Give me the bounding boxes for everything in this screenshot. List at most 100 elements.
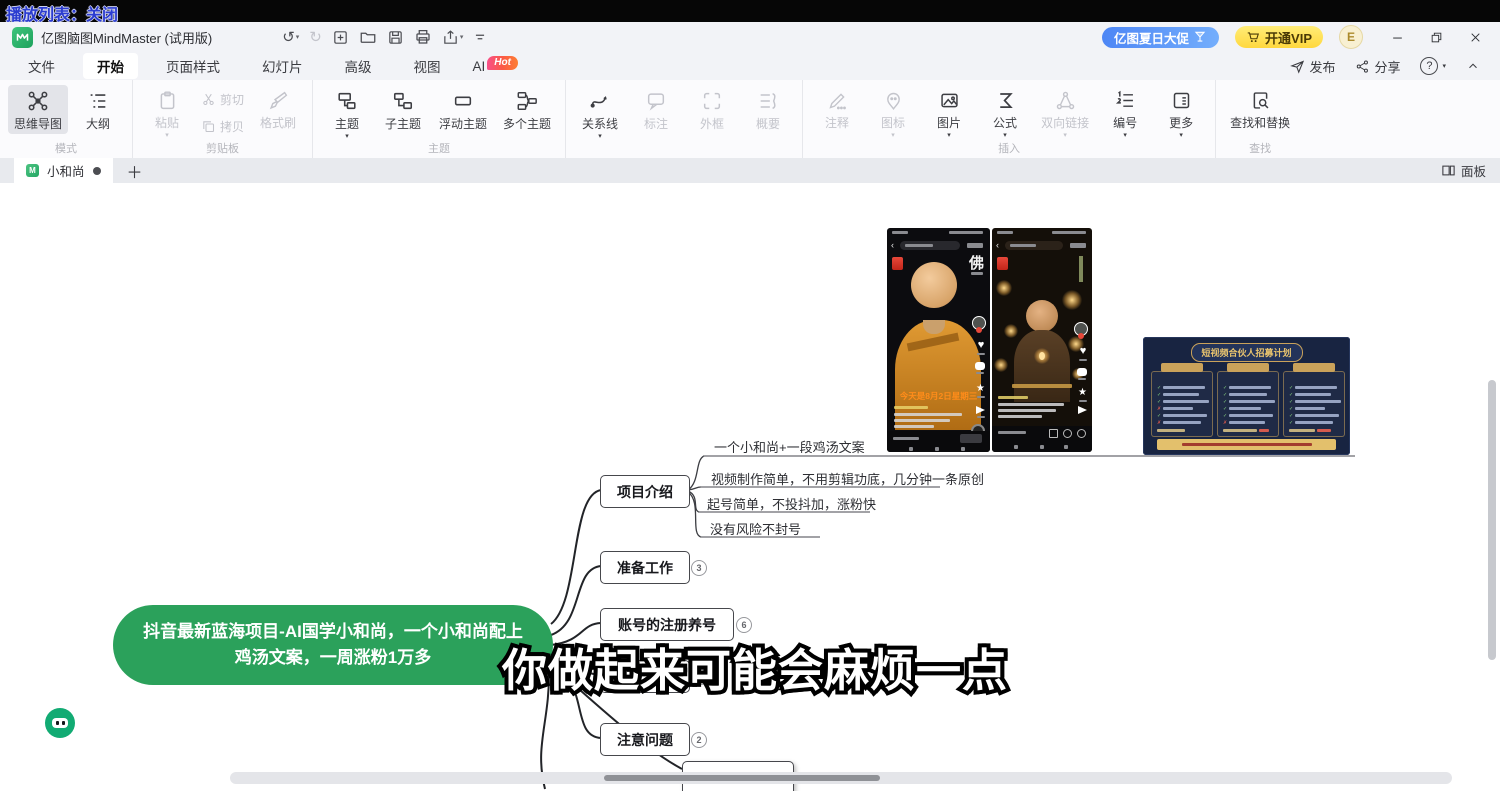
child-topic[interactable]: 视频制作简单，不用剪辑功底，几分钟一条原创 [711,469,984,488]
format-painter-button[interactable]: 格式刷 [252,85,304,133]
add-document-button[interactable]: ＋ [127,159,143,183]
save-button[interactable] [387,29,404,46]
quick-access-toolbar: ↺▾ ↻ ▾ [282,28,487,46]
child-topic[interactable]: 起号简单，不投抖加，涨粉快 [707,494,876,513]
publish-button[interactable]: 发布 [1290,57,1335,76]
restore-button[interactable] [1430,31,1443,44]
menu-file[interactable]: 文件 [14,53,69,79]
document-tab-bar: M 小和尚 ＋ 面板 [0,158,1500,183]
child-topic[interactable]: 没有风险不封号 [710,519,801,538]
boundary-icon [701,90,723,112]
close-button[interactable] [1469,31,1482,44]
numbering-button[interactable]: 编号 ▾ [1099,85,1151,140]
cut-button[interactable]: 剪切 [197,89,248,110]
format-painter-label: 格式刷 [260,114,296,131]
comment-button[interactable]: 注释 [811,85,863,133]
minimize-button[interactable] [1391,31,1404,44]
boundary-label: 外框 [700,115,724,132]
mindmap-mode-button[interactable]: 思维导图 [8,85,68,134]
comment-label: 注释 [825,114,849,131]
document-tab-label: 小和尚 [47,161,85,180]
panel-toggle-button[interactable]: 面板 [1441,161,1486,180]
menu-view[interactable]: 视图 [400,53,455,79]
collapse-badge[interactable]: 2 [691,732,707,748]
new-document-button[interactable] [332,29,349,46]
branch-node-preparation[interactable]: 准备工作 [600,551,690,584]
menu-advanced[interactable]: 高级 [331,53,386,79]
callout-label: 标注 [644,115,668,132]
more-insert-button[interactable]: 更多 ▾ [1155,85,1207,140]
menu-ai[interactable]: AIHot [459,56,532,77]
format-painter-icon [268,90,289,111]
outline-mode-button[interactable]: 大纲 [72,85,124,134]
panel-label: 面板 [1461,161,1486,180]
find-replace-button[interactable]: 查找和替换 [1224,85,1296,133]
app-logo-icon [12,27,33,48]
formula-label: 公式 [993,114,1017,131]
branch-node-project-intro[interactable]: 项目介绍 [600,475,690,508]
search-bar [900,241,960,250]
partner-plan-image: 短视频合伙人招募计划 ✓ ✓ ✓ ✗ ✓ ✗ ✓ ✓ ✓ ✓ ✓ ✗ ✓ ✓ ✓… [1143,337,1350,455]
outline-mode-label: 大纲 [86,115,110,132]
vertical-scrollbar-thumb[interactable] [1488,380,1496,660]
calligraphy-text: 佛 [969,252,984,273]
floating-topic-button[interactable]: 浮动主题 [433,85,493,134]
child-topic[interactable]: 一个小和尚+一段鸡汤文案 [714,437,865,456]
icon-insert-button[interactable]: 图标 ▾ [867,85,919,140]
callout-button[interactable]: 标注 [630,85,682,134]
subtopic-button[interactable]: 子主题 [377,85,429,134]
icon-insert-label: 图标 [881,114,905,131]
multi-topic-icon [516,90,538,112]
vertical-calligraphy [1079,256,1083,282]
relation-line-button[interactable]: 关系线 ▾ [574,85,626,141]
copy-label: 拷贝 [220,118,244,135]
menu-bar: 文件 开始 页面样式 幻灯片 高级 视图 AIHot 发布 分享 ?▾ [0,52,1500,80]
multi-topic-button[interactable]: 多个主题 [497,85,557,134]
collapse-badge[interactable]: 3 [691,560,707,576]
horizontal-scrollbar-thumb[interactable] [604,775,880,781]
document-tab[interactable]: M 小和尚 [14,158,113,183]
copy-button[interactable]: 拷贝 [197,116,248,137]
paper-plane-icon [1290,59,1305,74]
menu-page-style[interactable]: 页面样式 [152,53,234,79]
export-button[interactable]: ▾ [442,29,464,46]
group-label-insert: 插入 [803,140,1215,156]
plan-column-1: ✓ ✓ ✓ ✗ ✓ ✗ [1151,371,1213,437]
help-button[interactable]: ?▾ [1420,57,1446,75]
picture-label: 图片 [937,114,961,131]
summer-promo-banner[interactable]: 亿图夏日大促 [1102,27,1219,48]
picture-button[interactable]: 图片 ▾ [923,85,975,140]
print-button[interactable] [414,28,432,46]
bidirectional-link-button[interactable]: 双向链接 ▾ [1035,85,1095,140]
cart-icon [1246,30,1260,44]
redo-button[interactable]: ↻ [309,28,322,46]
customize-toolbar-button[interactable] [473,30,487,44]
numbering-label: 编号 [1113,114,1137,131]
undo-button[interactable]: ↺▾ [282,28,299,46]
ai-assistant-button[interactable] [45,708,75,738]
mindmap-canvas[interactable]: ‹ 佛 今天是8月2日星期三 ♥ ★ [0,183,1500,791]
user-avatar[interactable]: E [1339,25,1363,49]
boundary-button[interactable]: 外框 [686,85,738,134]
share-button[interactable]: 分享 [1355,57,1400,76]
menu-home[interactable]: 开始 [83,53,138,79]
horizontal-scrollbar[interactable] [230,772,1452,784]
vip-upgrade-button[interactable]: 开通VIP [1235,26,1323,48]
branch-node-cautions[interactable]: 注意问题 [600,723,690,756]
group-label-mode: 模式 [0,140,132,156]
collapse-badge[interactable]: 6 [736,617,752,633]
menu-slides[interactable]: 幻灯片 [248,53,317,79]
paste-button[interactable]: 粘贴 ▾ [141,85,193,140]
summary-button[interactable]: 概要 [742,85,794,134]
topic-button[interactable]: 主题 ▾ [321,85,373,141]
multi-topic-label: 多个主题 [503,115,551,132]
open-file-button[interactable] [359,28,377,46]
paste-label: 粘贴 [155,114,179,131]
topic-icon [336,90,358,112]
relation-line-icon [589,90,611,112]
like-icon: ♥ [1079,346,1087,361]
group-mode: 思维导图 大纲 模式 [0,80,133,158]
formula-button[interactable]: 公式 ▾ [979,85,1031,140]
collapse-ribbon-button[interactable] [1466,59,1480,73]
favorite-icon: ★ [976,384,985,398]
